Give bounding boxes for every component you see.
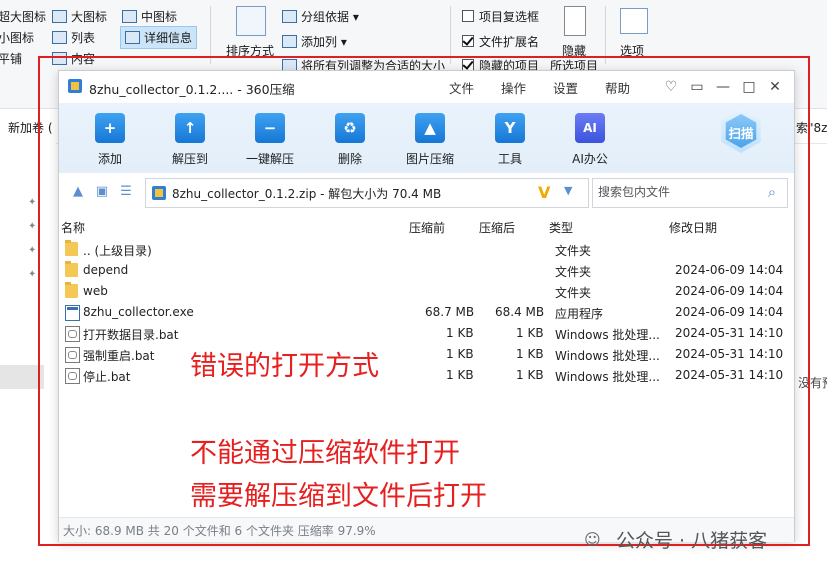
layout-medium-label: 中图标 [141,10,178,24]
layout-medium[interactable]: 中图标 [122,8,177,25]
add-column-label: 添加列 [301,35,338,49]
checkbox-icon [462,10,474,22]
watermark: 公众号 · 八猪获客 [616,530,768,552]
layout-large-label: 大图标 [71,10,108,24]
group-by-button[interactable]: 分组依据 ▾ [282,8,359,25]
item-checkboxes-toggle[interactable]: 项目复选框 [462,8,539,25]
layout-tiles-label: 平铺 [0,52,23,66]
wechat-icon: ☺ [584,530,601,549]
large-icons-icon [52,10,67,23]
group-by-label: 分组依据 [301,10,350,24]
hide-selected-icon [564,6,586,36]
layout-extra-large[interactable]: 超大图标 [0,8,46,25]
pin-icon: ✦ [28,269,37,280]
item-checkboxes-label: 项目复选框 [479,10,540,24]
layout-details[interactable]: 详细信息 [120,26,198,49]
layout-list-label: 列表 [71,31,96,45]
layout-tiles[interactable]: 平铺 [0,50,22,67]
annotation-wrong-method: 错误的打开方式 [190,351,379,382]
sort-icon [236,6,266,36]
file-extensions-toggle[interactable]: 文件扩展名 [462,33,539,50]
annotation-frame [38,56,810,546]
group-by-icon [282,10,297,23]
options-icon [620,8,648,34]
annotation-cannot-open: 不能通过压缩软件打开 [190,438,460,469]
checkbox-checked-icon [462,35,474,47]
pin-icon: ✦ [28,221,37,232]
annotation-extract-first: 需要解压缩到文件后打开 [190,481,487,512]
layout-details-label: 详细信息 [144,31,193,45]
details-view-icon [125,31,140,44]
add-column-button[interactable]: 添加列 ▾ [282,33,347,50]
layout-small[interactable]: 小图标 [0,29,34,46]
layout-large[interactable]: 大图标 [52,8,107,25]
pin-icon: ✦ [28,197,37,208]
layout-small-label: 小图标 [0,31,35,45]
layout-extra-large-label: 超大图标 [0,10,47,24]
layout-list[interactable]: 列表 [52,29,95,46]
list-view-icon [52,31,67,44]
add-column-icon [282,35,297,48]
pin-icon: ✦ [28,245,37,256]
medium-icons-icon [122,10,137,23]
file-extensions-label: 文件扩展名 [479,35,540,49]
